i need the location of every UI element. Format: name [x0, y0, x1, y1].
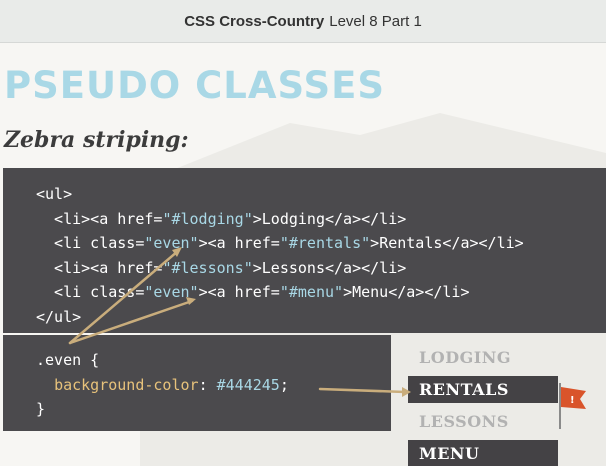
code-ul-close: </ul>: [36, 307, 82, 326]
flag-mark: !: [570, 395, 575, 406]
flag-icon: !: [559, 383, 586, 429]
course-title: CSS Cross-Country: [184, 12, 325, 30]
code-line-4: <li class="even"><a href="#menu">Menu</a…: [36, 283, 470, 301]
demo-item-menu: MENU: [408, 440, 558, 466]
html-code-block: <ul> <li><a href="#lodging">Lodging</a><…: [3, 168, 606, 333]
slide-subheading: Zebra striping:: [4, 127, 189, 153]
slide-canvas: PSEUDO CLASSES Zebra striping: <ul> <li>…: [0, 43, 606, 466]
code-ul-open: <ul>: [36, 185, 73, 203]
css-declaration: background-color: #444245;: [54, 375, 289, 394]
demo-item-lodging: LODGING: [419, 348, 511, 367]
code-line-2: <li class="even"><a href="#rentals">Rent…: [36, 234, 524, 252]
css-close-brace: }: [36, 400, 46, 418]
code-line-1: <li><a href="#lodging">Lodging</a></li>: [36, 209, 407, 228]
css-selector-line: .even {: [36, 351, 100, 369]
demo-item-rentals: RENTALS: [408, 376, 558, 403]
slide-heading: PSEUDO CLASSES: [4, 64, 386, 107]
demo-item-lessons: LESSONS: [419, 412, 509, 431]
css-code-block: .even { background-color: #444245; }: [3, 335, 391, 431]
title-bar: CSS Cross-Country Level 8 Part 1: [0, 0, 606, 43]
code-line-3: <li><a href="#lessons">Lessons</a></li>: [36, 258, 407, 277]
section-title: Level 8 Part 1: [329, 12, 422, 30]
